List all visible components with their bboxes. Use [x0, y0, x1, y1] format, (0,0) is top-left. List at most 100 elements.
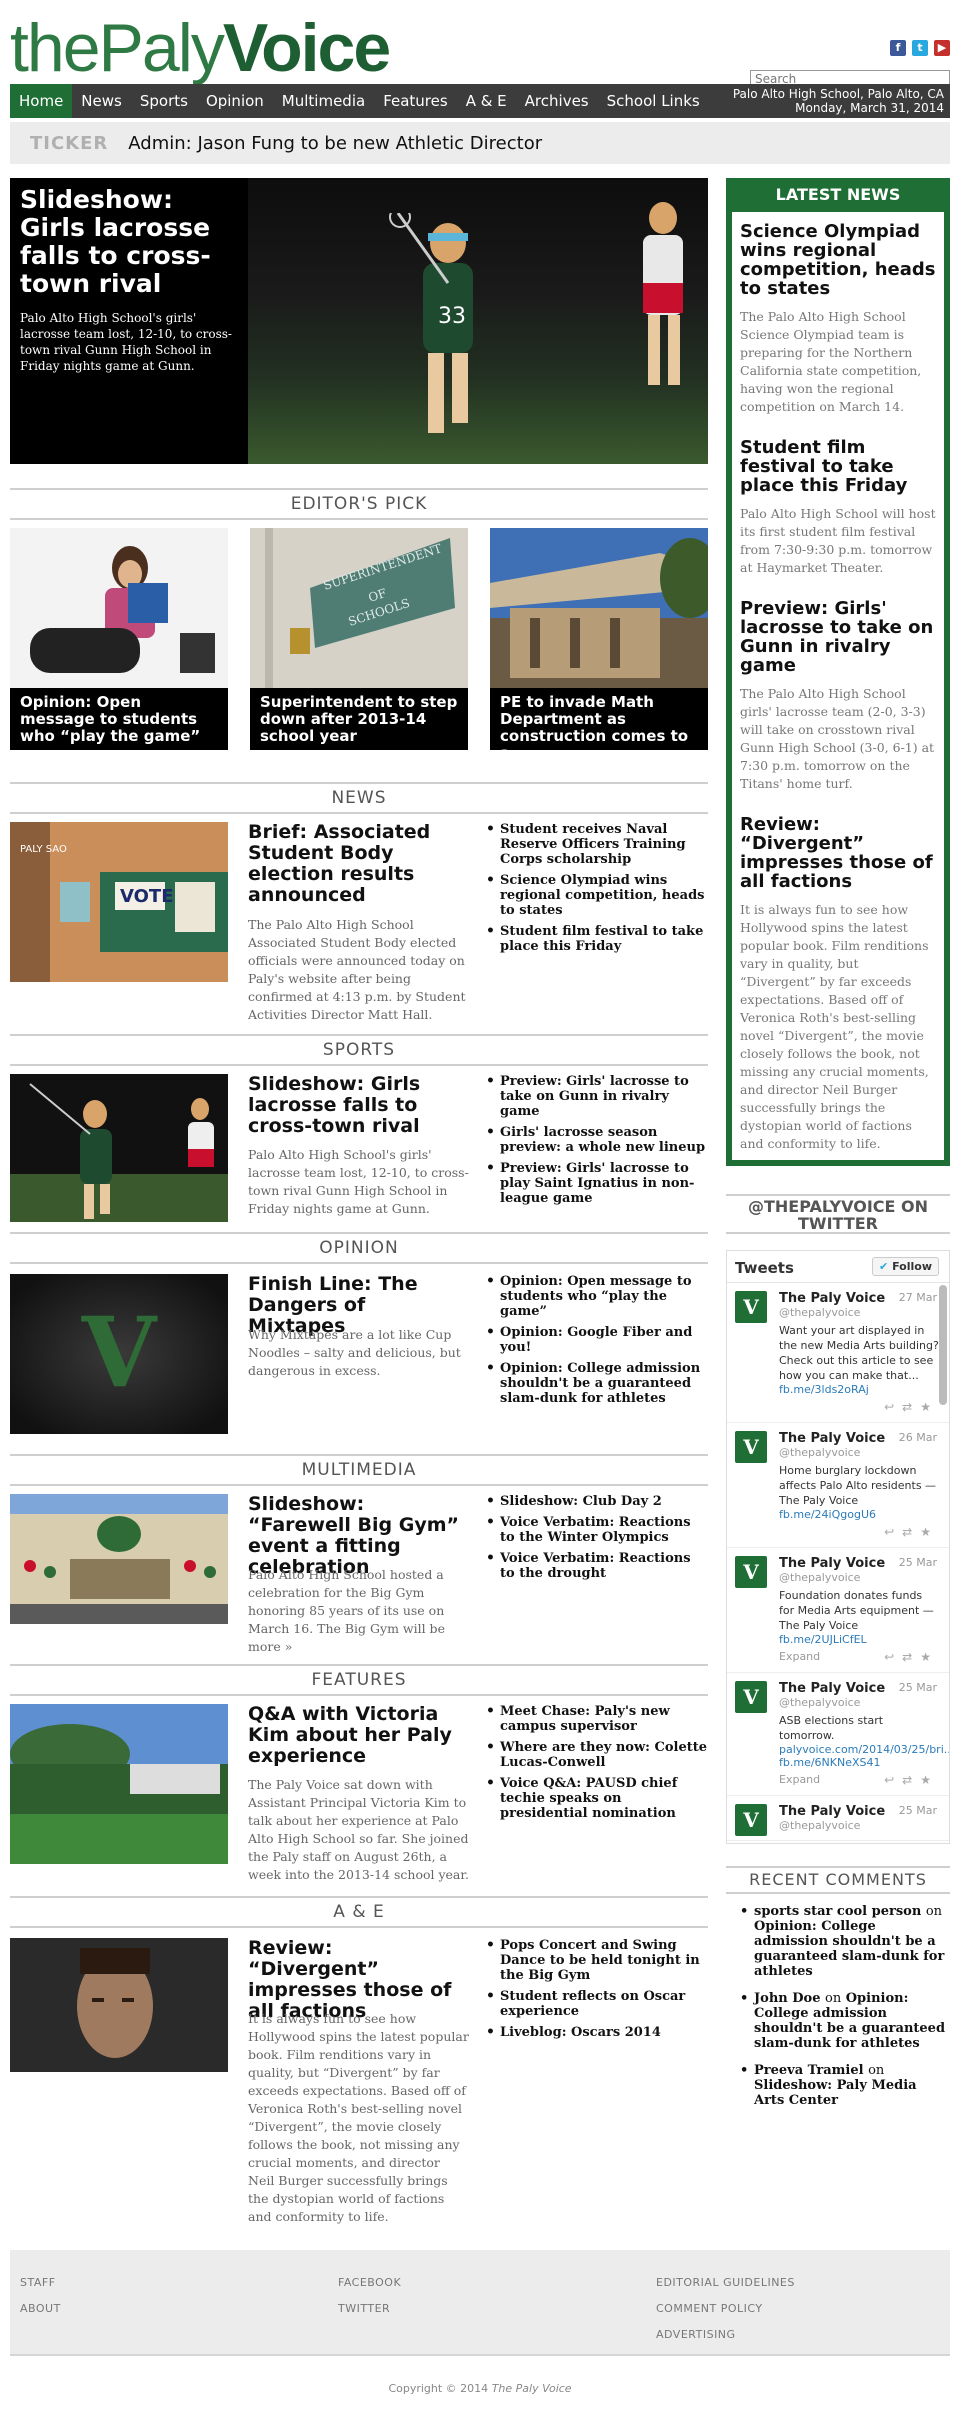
footer-link-editorial-guidelines[interactable]: EDITORIAL GUIDELINES: [656, 2270, 795, 2296]
ae-thumbnail[interactable]: [10, 1938, 228, 2072]
comment-author[interactable]: sports star cool person: [754, 1904, 921, 1919]
tweet[interactable]: V The Paly Voice @thepalyvoice 26 Mar Ho…: [727, 1423, 949, 1548]
copyright-brand[interactable]: The Paly Voice: [492, 2382, 572, 2395]
footer-link-facebook[interactable]: FACEBOOK: [338, 2270, 401, 2296]
hero-photo[interactable]: 33: [248, 178, 708, 464]
avatar[interactable]: V: [735, 1431, 767, 1463]
comment-article[interactable]: Slideshow: Paly Media Arts Center: [754, 2078, 917, 2108]
tweet[interactable]: V The Paly Voice @thepalyvoice 27 Mar Wa…: [727, 1283, 949, 1423]
favorite-icon[interactable]: ★: [920, 1525, 939, 1539]
reply-icon[interactable]: ↩: [884, 1525, 902, 1539]
tweet[interactable]: V The Paly Voice @thepalyvoice 25 Mar: [727, 1796, 949, 1841]
news-link[interactable]: Student film festival to take place this…: [486, 924, 708, 954]
comment-article[interactable]: Opinion: College admission shouldn't be …: [754, 1919, 944, 1979]
reply-icon[interactable]: ↩: [884, 1650, 902, 1664]
tweet-link[interactable]: fb.me/24iQgogU6: [779, 1508, 939, 1521]
opinion-thumbnail[interactable]: V: [10, 1274, 228, 1434]
multimedia-thumbnail[interactable]: [10, 1494, 228, 1624]
tweet-link[interactable]: palyvoice.com/2014/03/25/bri... fb.me/6N…: [779, 1743, 949, 1769]
editors-pick-item[interactable]: PE to invade Math Department as construc…: [490, 528, 708, 750]
tweet-date[interactable]: 25 Mar: [899, 1681, 937, 1694]
tweet[interactable]: V The Paly Voice @thepalyvoice 25 Mar AS…: [727, 1673, 949, 1796]
editors-pick-item[interactable]: Opinion: Open message to students who “p…: [10, 528, 228, 750]
facebook-icon[interactable]: f: [890, 40, 906, 56]
footer-link-staff[interactable]: STAFF: [20, 2270, 61, 2296]
sports-link[interactable]: Preview: Girls' lacrosse to take on Gunn…: [486, 1074, 708, 1119]
sports-headline[interactable]: Slideshow: Girls lacrosse falls to cross…: [248, 1074, 466, 1137]
nav-school-links[interactable]: School Links: [598, 84, 709, 118]
site-logo[interactable]: thePalyVoice: [10, 14, 391, 82]
features-headline[interactable]: Q&A with Victoria Kim about her Paly exp…: [248, 1704, 466, 1767]
avatar[interactable]: V: [735, 1556, 767, 1588]
hero-title[interactable]: Slideshow: Girls lacrosse falls to cross…: [20, 186, 238, 298]
nav-multimedia[interactable]: Multimedia: [273, 84, 374, 118]
latest-news-title[interactable]: Review: “Divergent” impresses those of a…: [740, 815, 936, 891]
tweet-handle[interactable]: @thepalyvoice: [779, 1306, 939, 1319]
avatar[interactable]: V: [735, 1291, 767, 1323]
multimedia-link[interactable]: Voice Verbatim: Reactions to the Winter …: [486, 1515, 708, 1545]
nav-ae[interactable]: A & E: [457, 84, 516, 118]
sports-link[interactable]: Preview: Girls' lacrosse to play Saint I…: [486, 1161, 708, 1206]
features-link[interactable]: Voice Q&A: PAUSD chief techie speaks on …: [486, 1776, 708, 1821]
comment-author[interactable]: John Doe: [754, 1991, 820, 2006]
news-headline[interactable]: Brief: Associated Student Body election …: [248, 822, 466, 906]
favorite-icon[interactable]: ★: [920, 1650, 939, 1664]
tweet-handle[interactable]: @thepalyvoice: [779, 1696, 939, 1709]
tweet-date[interactable]: 25 Mar: [899, 1804, 937, 1817]
news-link[interactable]: Student receives Naval Reserve Officers …: [486, 822, 708, 867]
tweet-handle[interactable]: @thepalyvoice: [779, 1571, 939, 1584]
tweet-link[interactable]: fb.me/3lds2oRAj: [779, 1383, 939, 1396]
opinion-link[interactable]: Opinion: Google Fiber and you!: [486, 1325, 708, 1355]
twitter-icon[interactable]: t: [912, 40, 928, 56]
nav-sports[interactable]: Sports: [131, 84, 197, 118]
nav-news[interactable]: News: [72, 84, 131, 118]
tweet-handle[interactable]: @thepalyvoice: [779, 1446, 939, 1459]
news-thumbnail[interactable]: PALY SAO VOTE: [10, 822, 228, 982]
tweet-handle[interactable]: @thepalyvoice: [779, 1819, 939, 1832]
follow-button[interactable]: ✔ Follow: [872, 1257, 939, 1276]
multimedia-link[interactable]: Voice Verbatim: Reactions to the drought: [486, 1551, 708, 1581]
latest-news-title[interactable]: Science Olympiad wins regional competiti…: [740, 222, 936, 298]
ae-link[interactable]: Pops Concert and Swing Dance to be held …: [486, 1938, 708, 1983]
avatar[interactable]: V: [735, 1804, 767, 1836]
ae-link[interactable]: Liveblog: Oscars 2014: [486, 2025, 708, 2040]
footer-link-comment-policy[interactable]: COMMENT POLICY: [656, 2296, 795, 2322]
multimedia-link[interactable]: Slideshow: Club Day 2: [486, 1494, 708, 1509]
nav-opinion[interactable]: Opinion: [197, 84, 273, 118]
latest-news-title[interactable]: Preview: Girls' lacrosse to take on Gunn…: [740, 599, 936, 675]
comment-author[interactable]: Preeva Tramiel: [754, 2063, 864, 2078]
features-link[interactable]: Where are they now: Colette Lucas-Conwel…: [486, 1740, 708, 1770]
sports-link[interactable]: Girls' lacrosse season preview: a whole …: [486, 1125, 708, 1155]
avatar[interactable]: V: [735, 1681, 767, 1713]
ae-link[interactable]: Student reflects on Oscar experience: [486, 1989, 708, 2019]
tweet[interactable]: V The Paly Voice @thepalyvoice 25 Mar Fo…: [727, 1548, 949, 1673]
opinion-link[interactable]: Opinion: College admission shouldn't be …: [486, 1361, 708, 1406]
tweet-expand[interactable]: Expand: [779, 1773, 820, 1786]
sports-thumbnail[interactable]: [10, 1074, 228, 1222]
retweet-icon[interactable]: ⇄: [902, 1650, 920, 1664]
tweet-date[interactable]: 25 Mar: [899, 1556, 937, 1569]
footer-link-advertising[interactable]: ADVERTISING: [656, 2322, 795, 2348]
favorite-icon[interactable]: ★: [920, 1400, 939, 1414]
features-thumbnail[interactable]: [10, 1704, 228, 1864]
retweet-icon[interactable]: ⇄: [902, 1773, 920, 1787]
tweet-link[interactable]: fb.me/2UJLiCfEL: [779, 1633, 939, 1646]
latest-news-title[interactable]: Student film festival to take place this…: [740, 438, 936, 495]
nav-home[interactable]: Home: [10, 84, 73, 118]
reply-icon[interactable]: ↩: [884, 1400, 902, 1414]
tweet-expand[interactable]: Expand: [779, 1650, 820, 1663]
ticker-headline[interactable]: Admin: Jason Fung to be new Athletic Dir…: [128, 133, 542, 154]
tweet-date[interactable]: 27 Mar: [899, 1291, 937, 1304]
features-link[interactable]: Meet Chase: Paly's new campus supervisor: [486, 1704, 708, 1734]
tweet-date[interactable]: 26 Mar: [899, 1431, 937, 1444]
editors-pick-item[interactable]: SUPERINTENDENT OF SCHOOLS Superintendent…: [250, 528, 468, 750]
twitter-widget[interactable]: Tweets ✔ Follow V The Paly Voice @thepal…: [726, 1250, 950, 1844]
footer-link-twitter[interactable]: TWITTER: [338, 2296, 401, 2322]
nav-features[interactable]: Features: [374, 84, 457, 118]
hero-slideshow[interactable]: Slideshow: Girls lacrosse falls to cross…: [10, 178, 708, 464]
footer-link-about[interactable]: ABOUT: [20, 2296, 61, 2322]
favorite-icon[interactable]: ★: [920, 1773, 939, 1787]
nav-archives[interactable]: Archives: [516, 84, 598, 118]
youtube-icon[interactable]: ▶: [934, 40, 950, 56]
reply-icon[interactable]: ↩: [884, 1773, 902, 1787]
